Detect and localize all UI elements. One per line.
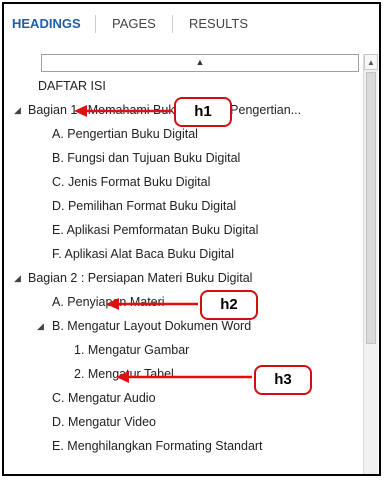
arrow-h3-head	[116, 371, 129, 383]
arrow-h1-head	[74, 105, 87, 117]
callout-h1: h1	[174, 97, 232, 127]
annotation-arrows	[74, 105, 252, 383]
navigation-pane: HEADINGS PAGES RESULTS ▲︎ ▲ DAFTAR ISI ◢…	[2, 2, 381, 476]
callout-h3: h3	[254, 365, 312, 395]
arrow-h2-head	[106, 298, 119, 310]
callout-h2: h2	[200, 290, 258, 320]
